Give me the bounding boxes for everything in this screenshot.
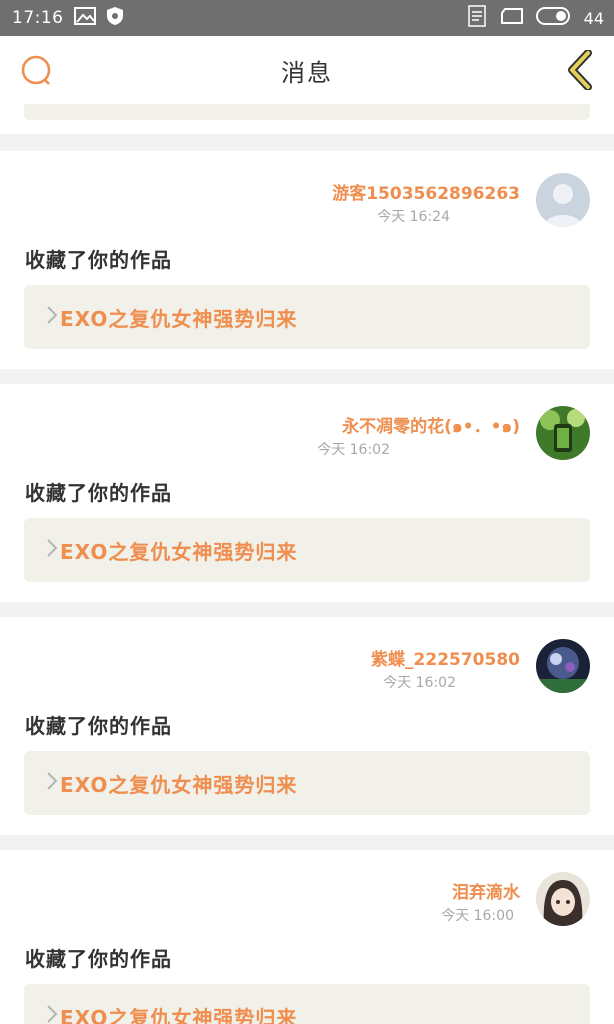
user-name[interactable]: 永不凋零的花(๑•．•๑) bbox=[342, 412, 520, 440]
chevron-right-icon bbox=[46, 771, 58, 795]
app-notification-icon bbox=[466, 4, 488, 32]
message-card[interactable]: 泪弃滴水 今天 16:00 收藏了你的作品 EXO之复仇女神强势归来 bbox=[0, 850, 614, 1024]
chevron-right-icon bbox=[46, 1004, 58, 1024]
green-plant-avatar[interactable] bbox=[536, 406, 590, 460]
message-time: 今天 16:02 bbox=[317, 442, 390, 458]
search-icon[interactable] bbox=[20, 54, 54, 88]
work-link[interactable]: EXO之复仇女神强势归来 bbox=[24, 984, 590, 1024]
default-avatar[interactable] bbox=[536, 173, 590, 227]
work-title: EXO之复仇女神强势归来 bbox=[60, 306, 298, 331]
work-link[interactable]: EXO之复仇女神强势归来 bbox=[24, 751, 590, 815]
message-card[interactable]: 游客1503562896263 今天 16:24 收藏了你的作品 EXO之复仇女… bbox=[0, 151, 614, 369]
chevron-right-icon bbox=[46, 538, 58, 562]
image-icon bbox=[73, 7, 96, 29]
night-scene-avatar[interactable] bbox=[536, 639, 590, 693]
page-title: 消息 bbox=[281, 58, 333, 87]
work-link[interactable]: EXO之复仇女神强势归来 bbox=[24, 285, 590, 349]
chevron-left-icon[interactable] bbox=[566, 49, 596, 91]
action-text: 收藏了你的作品 bbox=[25, 248, 172, 272]
message-time: 今天 16:02 bbox=[383, 675, 456, 691]
action-text: 收藏了你的作品 bbox=[25, 714, 172, 738]
shield-icon bbox=[106, 6, 124, 30]
tablet-icon bbox=[500, 7, 524, 29]
message-card[interactable]: 紫蝶_222570580 今天 16:02 收藏了你的作品 EXO之复仇女神强势… bbox=[0, 617, 614, 835]
message-time: 今天 16:00 bbox=[441, 908, 514, 924]
previous-card-stub bbox=[0, 104, 614, 134]
previous-work-link[interactable] bbox=[24, 104, 590, 120]
status-bar: 17:16 44 bbox=[0, 0, 614, 36]
app-header: 消息 bbox=[0, 36, 614, 104]
user-name[interactable]: 紫蝶_222570580 bbox=[371, 645, 520, 670]
work-link[interactable]: EXO之复仇女神强势归来 bbox=[24, 518, 590, 582]
user-name[interactable]: 泪弃滴水 bbox=[452, 878, 520, 903]
status-time: 17:16 bbox=[12, 8, 64, 28]
message-card[interactable]: 永不凋零的花(๑•．•๑) 今天 16:02 收藏了你的作品 EXO之复仇女神强… bbox=[0, 384, 614, 602]
work-title: EXO之复仇女神强势归来 bbox=[60, 539, 298, 564]
action-text: 收藏了你的作品 bbox=[25, 481, 172, 505]
chevron-right-icon bbox=[46, 305, 58, 329]
work-title: EXO之复仇女神强势归来 bbox=[60, 1005, 298, 1024]
battery-icon bbox=[535, 6, 572, 30]
anime-girl-avatar[interactable] bbox=[536, 872, 590, 926]
battery-level: 44 bbox=[583, 8, 604, 28]
work-title: EXO之复仇女神强势归来 bbox=[60, 772, 298, 797]
action-text: 收藏了你的作品 bbox=[25, 947, 172, 971]
message-list: 游客1503562896263 今天 16:24 收藏了你的作品 EXO之复仇女… bbox=[0, 104, 614, 1024]
user-name[interactable]: 游客1503562896263 bbox=[332, 179, 520, 204]
message-time: 今天 16:24 bbox=[377, 209, 450, 225]
